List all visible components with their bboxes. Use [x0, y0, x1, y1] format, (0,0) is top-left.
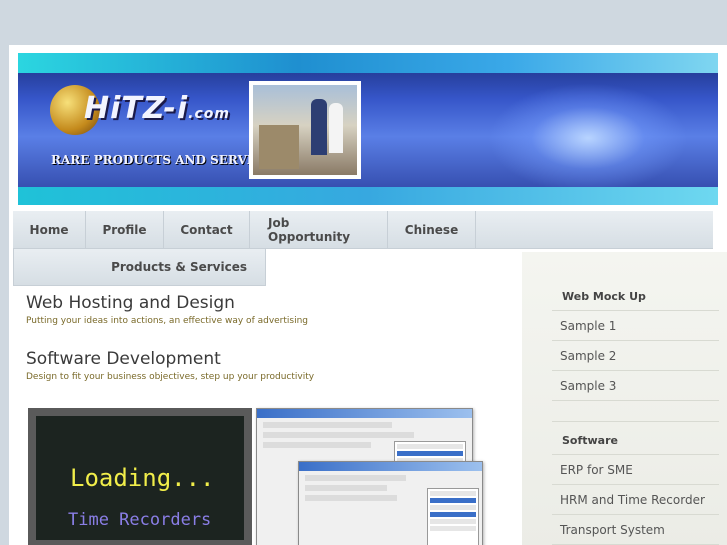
nav-row-1: Home Profile Contact Job Opportunity Chi…	[13, 211, 713, 249]
time-recorders-text: Time Recorders	[68, 510, 212, 530]
list-item	[397, 444, 463, 449]
nav-item-chinese[interactable]: Chinese	[388, 211, 476, 248]
nav-item-products-services[interactable]: Products & Services	[13, 249, 266, 286]
list-item	[430, 505, 476, 510]
list-item	[430, 519, 476, 524]
window-row	[263, 442, 371, 448]
nav-item-contact[interactable]: Contact	[164, 211, 250, 248]
window-row	[263, 432, 414, 438]
window-titlebar	[257, 409, 472, 418]
banner-top-stripe	[18, 53, 718, 73]
sidebar-heading-software: Software	[562, 434, 618, 447]
banner-photo	[249, 81, 361, 179]
list-item	[430, 512, 476, 517]
nav-item-job-opportunity[interactable]: Job Opportunity	[250, 211, 388, 248]
list-item	[397, 451, 463, 456]
sidebar: Web Mock Up Sample 1 Sample 2 Sample 3 S…	[522, 252, 727, 545]
photo-image	[253, 85, 357, 175]
software-screenshots[interactable]: Loading... Time Recorders	[28, 408, 483, 545]
sidebar-item-transport-system[interactable]: Transport System	[552, 515, 719, 545]
logo-text: HiTZ-i	[84, 91, 189, 126]
sidebar-divider	[552, 401, 719, 422]
header-banner: HiTZ-i.com RARE PRODUCTS AND SERVICES	[18, 53, 718, 205]
nav-item-profile[interactable]: Profile	[86, 211, 164, 248]
app-window-front	[298, 461, 483, 545]
photo-person-1	[311, 99, 327, 155]
page-container: HiTZ-i.com RARE PRODUCTS AND SERVICES Ho…	[9, 45, 727, 545]
section-title[interactable]: Software Development	[26, 349, 516, 369]
sidebar-item-sample-3[interactable]: Sample 3	[552, 371, 719, 401]
window-row	[305, 495, 397, 501]
window-row	[263, 422, 392, 428]
list-item	[430, 526, 476, 531]
window-row	[305, 475, 406, 481]
sidebar-item-sample-2[interactable]: Sample 2	[552, 341, 719, 371]
monitor-screen: Loading... Time Recorders	[36, 416, 244, 540]
banner-bottom-stripe	[18, 187, 718, 205]
window-list	[427, 488, 479, 545]
photo-box	[259, 125, 299, 169]
section-software-development: Software Development Design to fit your …	[26, 349, 516, 382]
section-subtitle: Putting your ideas into actions, an effe…	[26, 316, 309, 326]
sidebar-item-sample-1[interactable]: Sample 1	[552, 311, 719, 341]
section-web-hosting: Web Hosting and Design Putting your idea…	[26, 293, 516, 326]
sidebar-item-erp-for-sme[interactable]: ERP for SME	[552, 455, 719, 485]
site-logo[interactable]: HiTZ-i.com	[84, 91, 230, 126]
section-subtitle: Design to fit your business objectives, …	[26, 372, 315, 382]
window-row	[305, 485, 388, 491]
banner-glow	[488, 83, 688, 193]
sidebar-item-hrm-time-recorder[interactable]: HRM and Time Recorder	[552, 485, 719, 515]
list-item	[430, 491, 476, 496]
sidebar-divider	[552, 303, 719, 311]
section-title[interactable]: Web Hosting and Design	[26, 293, 516, 313]
sidebar-divider	[552, 447, 719, 455]
sidebar-heading-web-mock-up: Web Mock Up	[562, 290, 646, 303]
logo-domain: .com	[188, 106, 230, 122]
list-item	[430, 498, 476, 503]
tagline: RARE PRODUCTS AND SERVICES	[51, 153, 280, 167]
photo-person-2	[329, 103, 343, 153]
main-content: Web Hosting and Design Putting your idea…	[26, 293, 516, 382]
time-recorder-monitor: Loading... Time Recorders	[28, 408, 252, 545]
nav-item-home[interactable]: Home	[13, 211, 86, 248]
loading-text: Loading...	[70, 464, 215, 492]
window-titlebar	[299, 462, 482, 471]
